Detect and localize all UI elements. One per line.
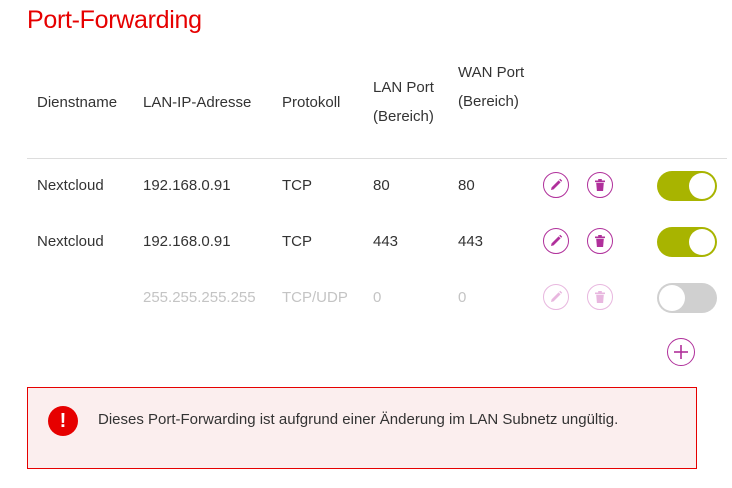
trash-icon xyxy=(595,179,605,191)
cell-protocol: TCP/UDP xyxy=(282,289,348,306)
cell-lan-port: 443 xyxy=(373,233,399,250)
add-rule-button[interactable] xyxy=(667,338,695,366)
header-wan-port: WAN Port (Bereich) xyxy=(458,64,525,110)
enable-toggle[interactable] xyxy=(657,227,717,257)
plus-icon xyxy=(674,345,688,359)
cell-lan-port: 0 xyxy=(373,289,382,306)
header-divider xyxy=(27,158,727,159)
edit-button[interactable] xyxy=(543,284,569,310)
cell-lan-ip: 192.168.0.91 xyxy=(143,233,231,250)
delete-button[interactable] xyxy=(587,284,613,310)
cell-service: Nextcloud xyxy=(37,177,104,194)
table-row: Nextcloud 192.168.0.91 TCP 80 80 xyxy=(0,166,732,206)
cell-lan-port: 80 xyxy=(373,177,390,194)
pencil-icon xyxy=(551,178,563,190)
cell-wan-port: 0 xyxy=(458,289,467,306)
cell-lan-ip: 192.168.0.91 xyxy=(143,177,231,194)
cell-wan-port: 443 xyxy=(458,233,484,250)
enable-toggle[interactable] xyxy=(657,171,717,201)
header-service: Dienstname xyxy=(37,94,118,111)
cell-wan-port: 80 xyxy=(458,177,475,194)
header-lan-ip: LAN-IP-Adresse xyxy=(143,94,252,111)
edit-button[interactable] xyxy=(543,228,569,254)
cell-service: Nextcloud xyxy=(37,233,104,250)
cell-lan-ip: 255.255.255.255 xyxy=(143,289,256,306)
cell-protocol: TCP xyxy=(282,177,312,194)
toggle-knob xyxy=(659,285,685,311)
toggle-knob xyxy=(689,173,715,199)
pencil-icon xyxy=(551,290,563,302)
trash-icon xyxy=(595,235,605,247)
error-alert: ! Dieses Port-Forwarding ist aufgrund ei… xyxy=(27,387,697,469)
page-title: Port-Forwarding xyxy=(27,6,202,34)
table-row: 255.255.255.255 TCP/UDP 0 0 xyxy=(0,278,732,318)
delete-button[interactable] xyxy=(587,228,613,254)
header-lan-port: LAN Port (Bereich) xyxy=(373,79,434,125)
enable-toggle[interactable] xyxy=(657,283,717,313)
pencil-icon xyxy=(551,234,563,246)
trash-icon xyxy=(595,291,605,303)
table-row: Nextcloud 192.168.0.91 TCP 443 443 xyxy=(0,222,732,262)
header-protocol: Protokoll xyxy=(282,94,341,111)
toggle-knob xyxy=(689,229,715,255)
cell-protocol: TCP xyxy=(282,233,312,250)
delete-button[interactable] xyxy=(587,172,613,198)
alert-message: Dieses Port-Forwarding ist aufgrund eine… xyxy=(98,411,619,428)
edit-button[interactable] xyxy=(543,172,569,198)
exclamation-icon: ! xyxy=(48,406,78,436)
